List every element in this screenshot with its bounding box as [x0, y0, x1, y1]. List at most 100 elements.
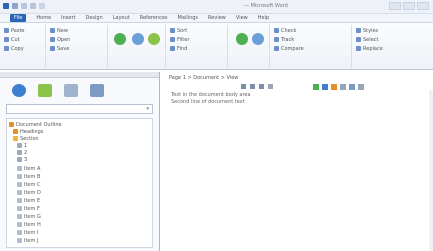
tree-node[interactable]: Item F [17, 205, 40, 212]
tree-node[interactable]: Item A [17, 165, 40, 172]
item-icon [17, 182, 22, 187]
app-icon [3, 3, 9, 9]
tab-insert[interactable]: Insert [61, 15, 75, 21]
ribbon-group-review: Check Track Compare [272, 25, 352, 68]
green-tool-icon[interactable] [313, 84, 319, 90]
compare-icon [274, 46, 279, 51]
compare-button[interactable]: Compare [274, 45, 349, 52]
bold-icon[interactable] [241, 84, 246, 89]
close-button[interactable] [417, 2, 429, 10]
filter-icon [170, 37, 175, 42]
sync-icon[interactable] [148, 33, 160, 45]
vertical-scrollbar[interactable] [429, 90, 433, 251]
tree-node[interactable]: Section [13, 135, 39, 142]
filter-button[interactable]: Filter [170, 36, 225, 43]
tree-node[interactable]: Item I [17, 229, 38, 236]
tab-layout[interactable]: Layout [113, 15, 130, 21]
copy-button[interactable]: Copy [4, 45, 43, 52]
item-icon [17, 198, 22, 203]
customize-icon[interactable] [39, 3, 45, 9]
ribbon-group-sort: Sort Filter Find [168, 25, 228, 68]
orange-tool-icon[interactable] [331, 84, 337, 90]
ribbon-tabs: File Home Insert Design Layout Reference… [0, 14, 433, 23]
tab-help[interactable]: Help [258, 15, 269, 21]
table-icon[interactable] [349, 84, 355, 90]
globe-nav-icon[interactable] [12, 84, 26, 97]
refresh-icon[interactable] [132, 33, 144, 45]
tab-mailings[interactable]: Mailings [178, 15, 199, 21]
link-nav-icon[interactable] [64, 84, 78, 97]
select-button[interactable]: Select [356, 36, 429, 43]
minimize-button[interactable] [389, 2, 401, 10]
item-icon [17, 230, 22, 235]
grid-icon[interactable] [358, 84, 364, 90]
gray-tool-icon[interactable] [340, 84, 346, 90]
tree-node[interactable]: Document Outline [9, 121, 62, 128]
document-area[interactable]: Page 1 > Document > View Text in the doc… [161, 72, 433, 251]
paste-button[interactable]: Paste [4, 27, 43, 34]
tab-design[interactable]: Design [85, 15, 102, 21]
tab-home[interactable]: Home [36, 15, 51, 21]
save-button[interactable]: Save [50, 45, 105, 52]
globe-icon[interactable] [114, 33, 126, 45]
track-icon [274, 37, 279, 42]
page-icon [17, 157, 22, 162]
item-icon [17, 214, 22, 219]
tree-node[interactable]: Item D [17, 189, 41, 196]
document-text-line: Text in the document body area [171, 92, 251, 98]
pane-filter-field[interactable]: ▾ [6, 104, 153, 114]
ribbon: Paste Cut Copy New Open Save Sort Filter… [0, 23, 433, 70]
styles-button[interactable]: Styles [356, 27, 429, 34]
tree-node[interactable]: Headings [13, 128, 43, 135]
item-icon [17, 174, 22, 179]
tree-node[interactable]: Item E [17, 197, 40, 204]
tree-node[interactable]: 1 [17, 142, 27, 149]
chevron-down-icon[interactable]: ▾ [146, 106, 149, 112]
item-icon [17, 166, 22, 171]
tab-references[interactable]: References [140, 15, 168, 21]
sort-button[interactable]: Sort [170, 27, 225, 34]
minus-icon[interactable] [268, 84, 273, 89]
find-button[interactable]: Find [170, 45, 225, 52]
check-button[interactable]: Check [274, 27, 349, 34]
tree-node[interactable]: 2 [17, 149, 27, 156]
tree-node[interactable]: Item H [17, 221, 41, 228]
paste-icon [4, 28, 9, 33]
tree-node[interactable]: Item G [17, 213, 41, 220]
blue-tool-icon[interactable] [322, 84, 328, 90]
redo-icon[interactable] [30, 3, 36, 9]
item-icon [17, 222, 22, 227]
new-button[interactable]: New [50, 27, 105, 34]
tree-node[interactable]: Item J [17, 237, 38, 244]
replace-button[interactable]: Replace [356, 45, 429, 52]
undo-icon[interactable] [21, 3, 27, 9]
tree-node[interactable]: Item C [17, 181, 40, 188]
maximize-button[interactable] [403, 2, 415, 10]
navigation-pane: ▾ Document Outline Headings Section 1 2 … [0, 72, 160, 251]
replace-icon [356, 46, 361, 51]
track-button[interactable]: Track [274, 36, 349, 43]
copy-icon [4, 46, 9, 51]
tab-review[interactable]: Review [208, 15, 226, 21]
content-toolbar-right [313, 84, 364, 90]
window-title: — Microsoft Word [244, 3, 288, 9]
ribbon-group-editing: Styles Select Replace [354, 25, 431, 68]
sheet-nav-icon[interactable] [90, 84, 104, 97]
tree-nav-icon[interactable] [38, 84, 52, 97]
tree-node[interactable]: Item B [17, 173, 40, 180]
tab-file[interactable]: File [10, 14, 27, 22]
sort-icon [170, 28, 175, 33]
italic-icon[interactable] [250, 84, 255, 89]
open-button[interactable]: Open [50, 36, 105, 43]
item-icon [17, 238, 22, 243]
link-icon[interactable] [236, 33, 248, 45]
save-icon[interactable] [12, 3, 18, 9]
item-icon [17, 206, 22, 211]
tab-view[interactable]: View [236, 15, 248, 21]
folder-icon [9, 122, 14, 127]
tree-node[interactable]: 3 [17, 156, 27, 163]
ribbon-group-big-icons [110, 25, 166, 68]
underline-icon[interactable] [259, 84, 264, 89]
cut-button[interactable]: Cut [4, 36, 43, 43]
bookmark-icon[interactable] [252, 33, 264, 45]
